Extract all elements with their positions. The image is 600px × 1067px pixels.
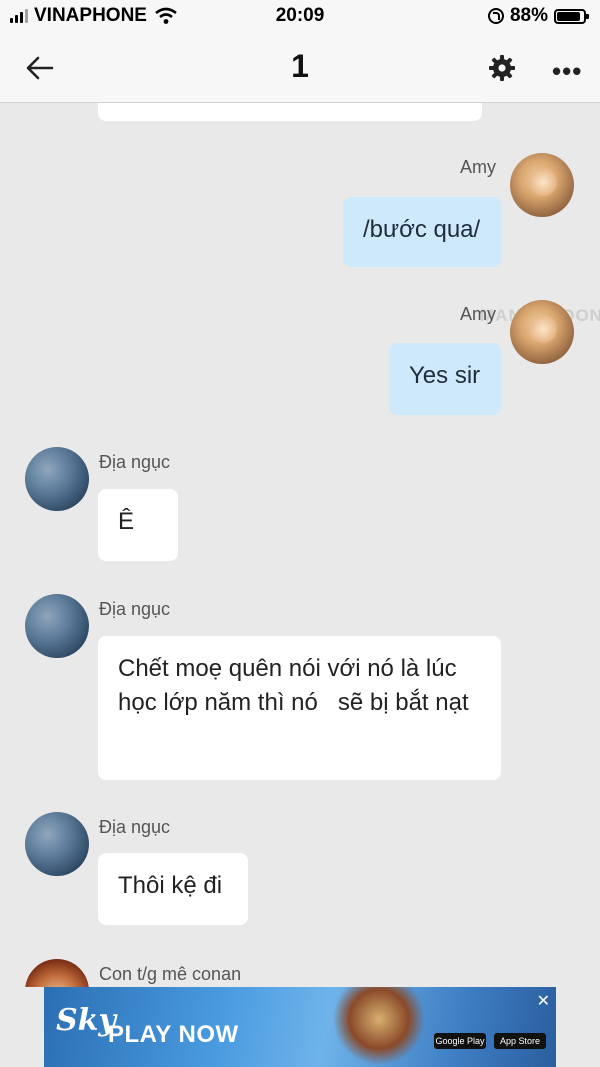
battery-icon bbox=[554, 8, 589, 24]
gear-icon[interactable] bbox=[488, 54, 516, 82]
message-bubble: Thôi kệ đi bbox=[98, 853, 248, 925]
rotation-lock-icon bbox=[487, 8, 504, 24]
avatar[interactable] bbox=[510, 300, 574, 364]
avatar[interactable] bbox=[25, 812, 89, 876]
avatar[interactable] bbox=[25, 447, 89, 511]
battery-percent: 88% bbox=[509, 5, 548, 26]
app-store-badge[interactable]: App Store bbox=[494, 1033, 546, 1049]
close-icon[interactable]: ✕ bbox=[537, 991, 550, 1011]
sender-name: Amy bbox=[460, 304, 496, 324]
status-right: 88% bbox=[487, 5, 589, 27]
avatar[interactable] bbox=[510, 153, 574, 217]
chat-header: 1 ••• bbox=[0, 34, 600, 103]
ad-banner[interactable]: Sky PLAY NOW Google Play App Store ✕ bbox=[44, 987, 556, 1067]
more-dots-icon[interactable]: ••• bbox=[552, 56, 582, 87]
sender-name: Địa ngục bbox=[99, 452, 171, 472]
message-bubble: Chết moẹ quên nói với nó là lúc học lớp … bbox=[98, 636, 501, 780]
sender-name: Địa ngục bbox=[99, 599, 171, 619]
message-bubble: Ê bbox=[98, 489, 178, 561]
avatar[interactable] bbox=[25, 959, 89, 987]
ad-logo: Sky bbox=[56, 1003, 116, 1038]
battery-level bbox=[557, 11, 580, 21]
status-bar: VINAPHONE 20:09 88% bbox=[0, 0, 600, 34]
play-now-button[interactable]: PLAY NOW bbox=[108, 1021, 239, 1049]
google-play-badge[interactable]: Google Play bbox=[434, 1033, 486, 1049]
ad-artwork bbox=[334, 987, 424, 1067]
sender-name: Amy bbox=[460, 157, 496, 177]
sender-name: Con t/g mê conan bbox=[99, 964, 242, 984]
avatar[interactable] bbox=[25, 594, 89, 658]
sender-name: Địa ngục bbox=[99, 817, 171, 837]
previous-message-bubble bbox=[98, 103, 482, 121]
message-bubble: /bước qua/ bbox=[343, 197, 501, 267]
message-bubble: Yes sir bbox=[389, 343, 501, 415]
chat-area[interactable]: Amy /bước qua/ MANGOTOON Amy Yes sir Địa… bbox=[0, 103, 600, 987]
